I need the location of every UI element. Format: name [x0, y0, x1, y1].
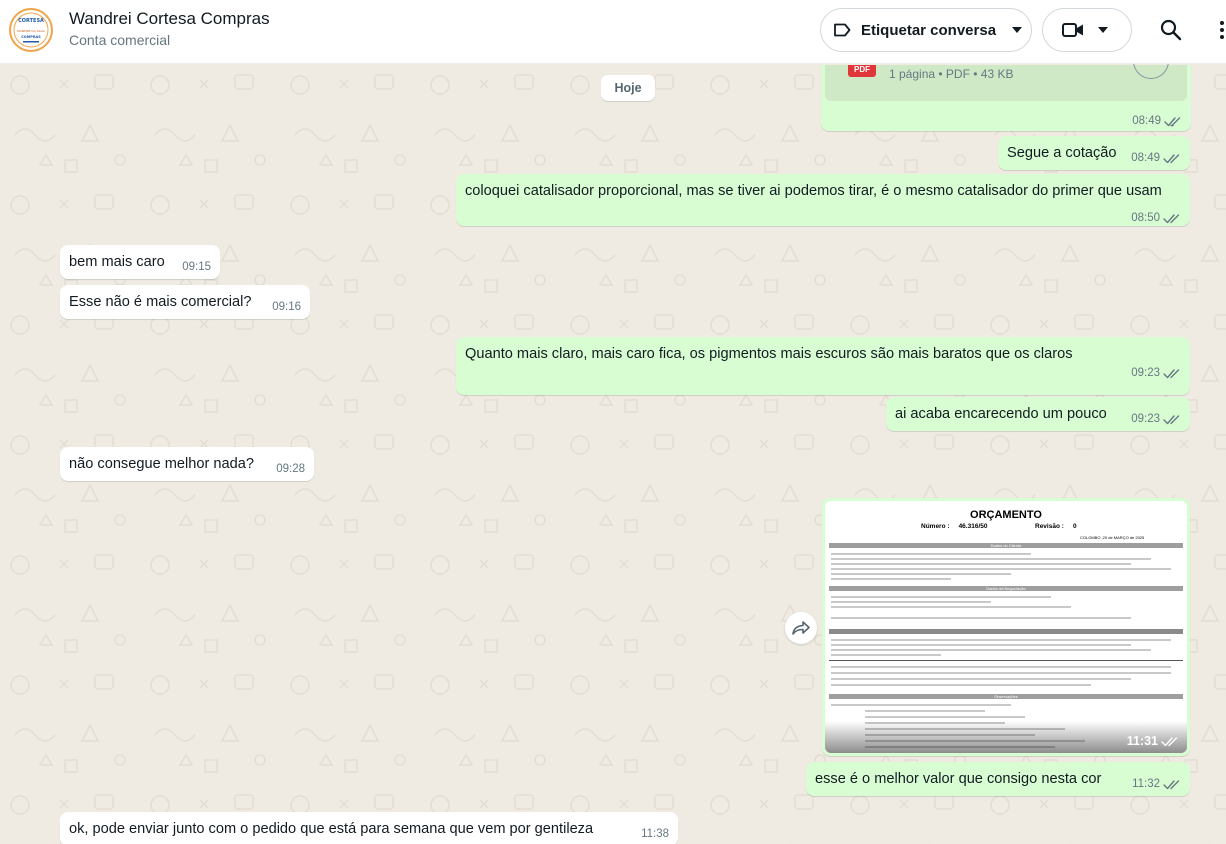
quote-section-client: Dados do Cliente: [829, 543, 1183, 548]
message-meta: 09:16: [272, 299, 301, 315]
double-check-icon: [1163, 153, 1180, 163]
quote-section-notes: Observações: [829, 694, 1183, 699]
double-check-icon: [1163, 368, 1180, 378]
video-call-button[interactable]: [1042, 8, 1132, 52]
message-bubble-outgoing[interactable]: Segue a cotação 08:49: [998, 136, 1190, 170]
message-bubble-incoming[interactable]: ok, pode enviar junto com o pedido que e…: [60, 812, 678, 844]
pdf-document-message[interactable]: PDF 1 página • PDF • 43 KB 08:49: [821, 53, 1191, 131]
message-time: 09:23: [1131, 367, 1160, 379]
message-text: ai acaba encarecendo um pouco: [895, 406, 1107, 422]
quote-date: COLOMBO ,20 de MARÇO de 2025: [1080, 535, 1145, 540]
message-time: 08:50: [1131, 212, 1160, 224]
double-check-icon: [1163, 779, 1180, 789]
message-text: não consegue melhor nada?: [69, 456, 254, 472]
video-icon: [1062, 22, 1084, 38]
message-meta: 09:23: [1131, 365, 1181, 381]
forward-icon: [792, 621, 810, 635]
message-time: 11:38: [641, 828, 669, 840]
message-bubble-incoming[interactable]: não consegue melhor nada? 09:28: [60, 447, 314, 481]
double-check-icon: [1163, 213, 1180, 223]
forward-button[interactable]: [785, 612, 817, 644]
quote-revision: Revisão : 0: [1035, 523, 1077, 530]
avatar-line-2: MANDRE DA SILVA: [17, 29, 45, 33]
quote-number: Número : 46.316/50: [921, 523, 987, 530]
message-bubble-outgoing[interactable]: Quanto mais claro, mais caro fica, os pi…: [456, 337, 1190, 395]
message-text: bem mais caro: [69, 254, 165, 270]
message-text: ok, pode enviar junto com o pedido que e…: [69, 821, 594, 837]
quote-section-negotiation: Dados da Negociação: [829, 586, 1183, 591]
message-text: Esse não é mais comercial?: [69, 294, 252, 310]
label-conversation-text: Etiquetar conversa: [861, 21, 997, 39]
pdf-preview[interactable]: PDF 1 página • PDF • 43 KB: [825, 53, 1187, 101]
double-check-icon: [1161, 736, 1178, 746]
label-icon: [833, 23, 851, 37]
quote-number-label: Número :: [921, 523, 950, 530]
message-meta: 11:38: [641, 826, 669, 842]
video-dropdown-icon: [1098, 27, 1108, 33]
pdf-info: 1 página • PDF • 43 KB: [889, 67, 1014, 81]
quote-title: ORÇAMENTO: [970, 509, 1042, 521]
avatar-line-3: COMPRAS: [21, 35, 41, 39]
message-bubble-incoming[interactable]: Esse não é mais comercial? 09:16: [60, 285, 310, 319]
search-icon[interactable]: [1160, 19, 1182, 41]
message-bubble-outgoing[interactable]: coloquei catalisador proporcional, mas s…: [456, 174, 1190, 226]
message-time: 09:15: [182, 261, 211, 273]
label-conversation-button[interactable]: Etiquetar conversa: [820, 8, 1032, 52]
message-meta: 08:49: [1131, 150, 1181, 166]
contact-subtitle: Conta comercial: [69, 32, 171, 48]
contact-avatar[interactable]: CORTESA MANDRE DA SILVA COMPRAS: [9, 8, 53, 52]
double-check-icon: [1163, 414, 1180, 424]
message-meta: 11:31: [1127, 734, 1179, 748]
chevron-down-icon: [1012, 27, 1023, 33]
double-check-icon: [1164, 116, 1181, 126]
pdf-icon: PDF: [848, 65, 876, 77]
message-text: Quanto mais claro, mais caro fica, os pi…: [465, 346, 1073, 362]
message-time: 09:28: [276, 463, 305, 475]
quote-revision-value: 0: [1072, 523, 1077, 530]
menu-icon[interactable]: [1219, 20, 1225, 40]
message-bubble-incoming[interactable]: bem mais caro 09:15: [60, 245, 220, 279]
message-text: Segue a cotação: [1007, 145, 1117, 161]
quote-revision-label: Revisão :: [1035, 523, 1064, 530]
message-bubble-outgoing[interactable]: esse é o melhor valor que consigo nesta …: [806, 762, 1190, 796]
message-time: 08:49: [1131, 152, 1160, 164]
chat-header: CORTESA MANDRE DA SILVA COMPRAS Wandrei …: [0, 0, 1226, 64]
message-meta: 08:49: [1132, 115, 1182, 127]
message-time: 08:49: [1132, 115, 1161, 127]
message-time: 09:23: [1131, 413, 1160, 425]
message-meta: 08:50: [1131, 210, 1181, 226]
contact-name[interactable]: Wandrei Cortesa Compras: [69, 9, 270, 29]
image-message[interactable]: ORÇAMENTO Número : 46.316/50 Revisão : 0…: [822, 498, 1190, 756]
avatar-line-1: CORTESA: [18, 18, 44, 24]
message-time: 09:16: [272, 301, 301, 313]
message-meta: 09:15: [182, 259, 211, 275]
message-bubble-outgoing[interactable]: ai acaba encarecendo um pouco 09:23: [886, 397, 1190, 431]
quote-number-value: 46.316/50: [958, 523, 988, 530]
message-time: 11:31: [1126, 734, 1158, 748]
message-time: 11:32: [1132, 778, 1160, 790]
message-text: coloquei catalisador proporcional, mas s…: [465, 183, 1162, 199]
message-meta: 09:28: [276, 461, 305, 477]
message-meta: 09:23: [1131, 411, 1181, 427]
cortesa-logo: CORTESA MANDRE DA SILVA COMPRAS: [12, 11, 50, 49]
message-text: esse é o melhor valor que consigo nesta …: [815, 771, 1102, 787]
quote-image[interactable]: ORÇAMENTO Número : 46.316/50 Revisão : 0…: [825, 501, 1187, 753]
message-meta: 11:32: [1132, 776, 1181, 792]
date-divider: Hoje: [601, 75, 655, 101]
